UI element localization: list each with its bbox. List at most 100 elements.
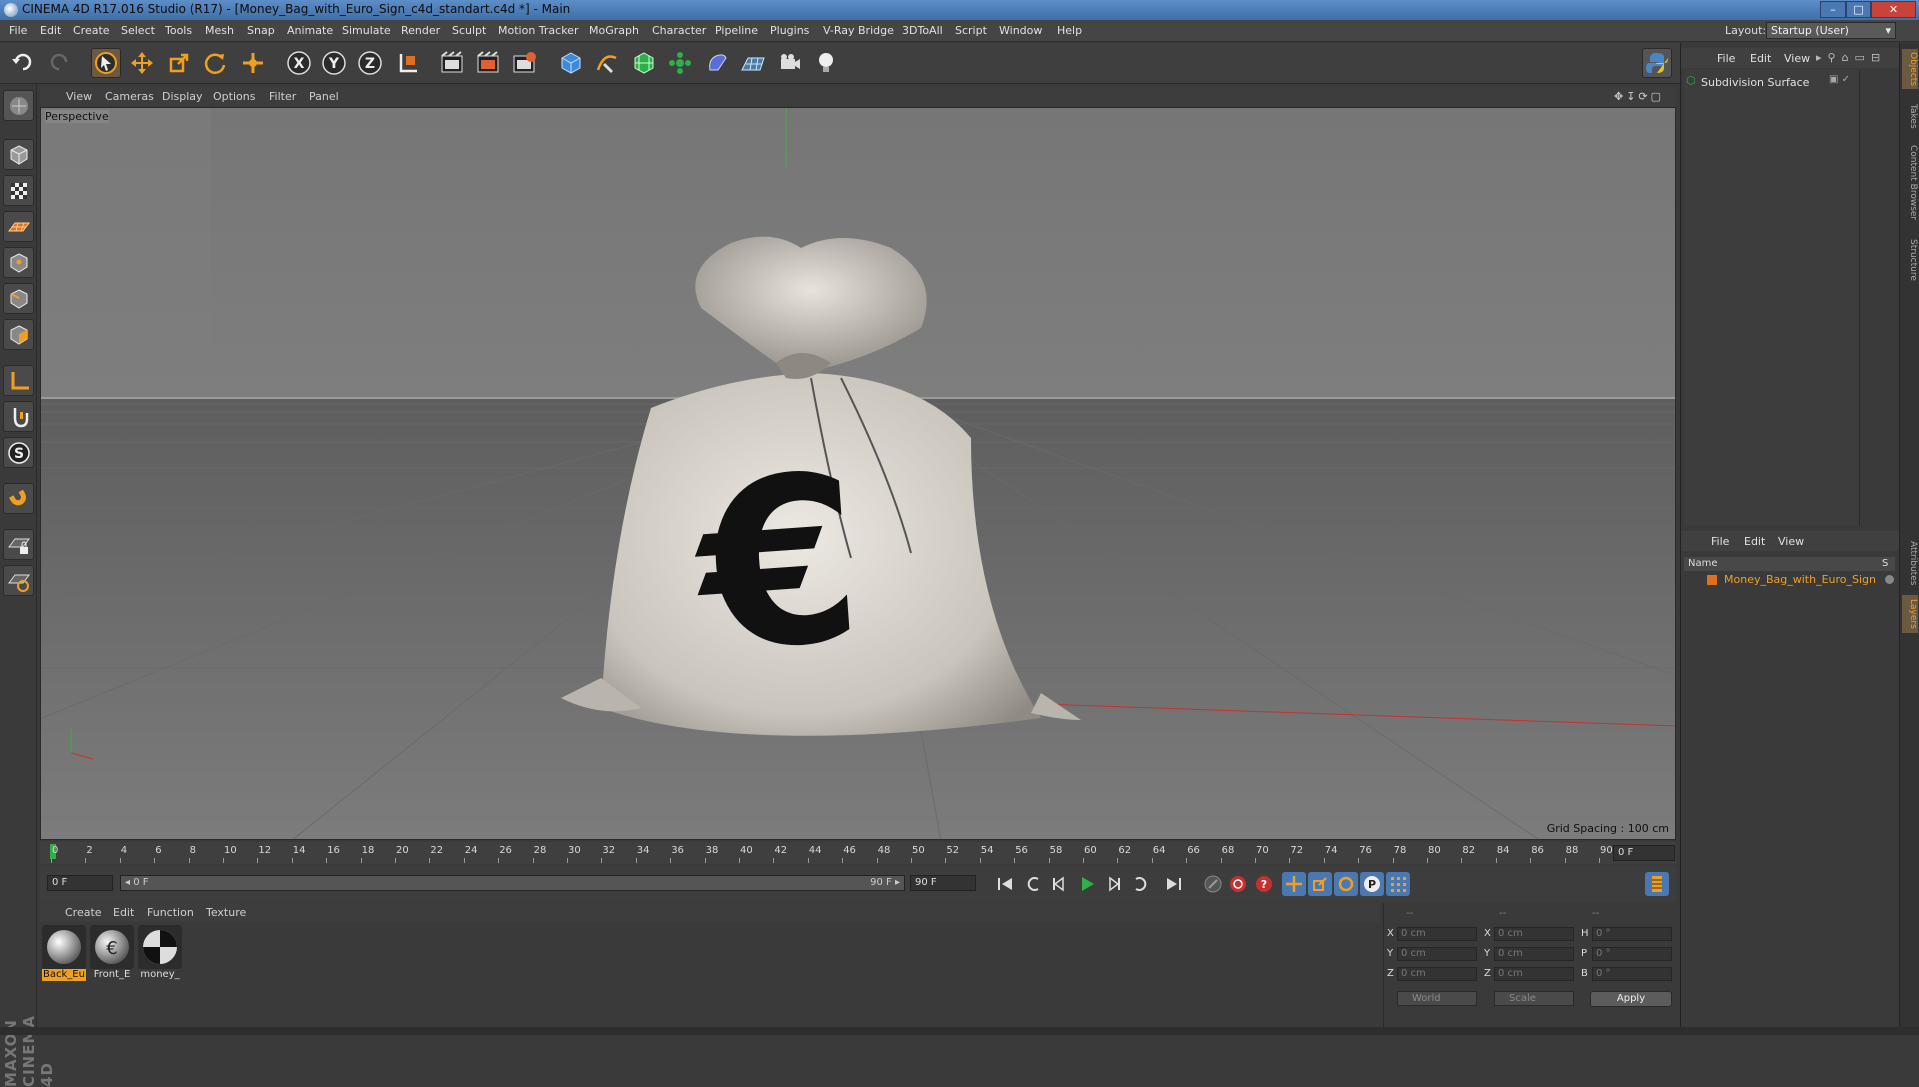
polygons-mode-icon[interactable] [3,319,34,350]
menu-plugins[interactable]: Plugins [770,24,809,37]
coordinate-system-icon[interactable] [393,48,423,78]
viewport-nav-icons[interactable]: ✥↧⟳▢ [1614,90,1664,103]
menu-snap[interactable]: Snap [247,24,275,37]
viewport-menu-filter[interactable]: Filter [269,90,296,103]
transform-icon[interactable] [238,48,268,78]
go-to-start-icon[interactable] [993,872,1017,896]
material-menu-edit[interactable]: Edit [113,906,134,919]
tab-layers[interactable]: Layers [1902,595,1918,633]
minimize-button[interactable]: – [1820,1,1846,18]
locked-workplane-icon[interactable] [3,529,34,560]
viewport-menu-cameras[interactable]: Cameras [105,90,154,103]
menu-animate[interactable]: Animate [287,24,333,37]
menu-motion-tracker[interactable]: Motion Tracker [498,24,578,37]
y-axis-icon[interactable]: Y [319,48,349,78]
go-to-end-icon[interactable] [1162,872,1186,896]
next-frame-icon[interactable] [1102,872,1126,896]
material-back-eu[interactable]: Back_Eu [42,925,86,981]
size-mode-select[interactable]: Scale [1494,991,1574,1006]
subdivision-icon[interactable] [629,48,659,78]
menu-help[interactable]: Help [1057,24,1082,37]
start-frame-field[interactable]: 0 F [47,875,113,891]
menu-select[interactable]: Select [121,24,155,37]
scale-key-icon[interactable] [1308,872,1332,896]
layers-menu-edit[interactable]: Edit [1744,535,1765,548]
viewport-menu-display[interactable]: Display [162,90,203,103]
objects-menu-file[interactable]: File [1717,52,1735,65]
edges-mode-icon[interactable] [3,283,34,314]
next-key-icon[interactable] [1129,872,1153,896]
tweak-mode-icon[interactable] [3,401,34,432]
edit-render-settings-icon[interactable] [509,48,539,78]
menu-3dtoall[interactable]: 3DToAll [902,24,943,37]
undo-icon[interactable] [8,48,38,78]
menu-pipeline[interactable]: Pipeline [715,24,758,37]
points-mode-icon[interactable] [3,247,34,278]
menu-edit[interactable]: Edit [40,24,61,37]
material-menu-function[interactable]: Function [147,906,194,919]
viewport-menu-options[interactable]: Options [213,90,255,103]
previous-frame-icon[interactable] [1047,872,1071,896]
current-frame-field[interactable]: 0 F [1613,845,1675,861]
point-level-key-icon[interactable] [1386,872,1410,896]
floor-icon[interactable] [738,48,768,78]
menu-character[interactable]: Character [652,24,706,37]
rot-b-field[interactable]: 0 ° [1592,967,1672,981]
rotation-key-icon[interactable] [1334,872,1358,896]
cloner-icon[interactable] [665,48,695,78]
layers-menu-file[interactable]: File [1711,535,1729,548]
keyframe-selection-icon[interactable] [1201,872,1225,896]
pen-spline-icon[interactable] [592,48,622,78]
x-axis-icon[interactable]: X [284,48,314,78]
material-money[interactable]: money_ [138,925,182,981]
viewport-camera-label[interactable]: Perspective [45,110,109,123]
tab-objects[interactable]: Objects [1902,49,1918,89]
objects-menu-view[interactable]: View [1784,52,1810,65]
scale-icon[interactable] [164,48,194,78]
snapping-icon[interactable]: S [3,437,34,468]
maximize-button[interactable]: □ [1846,1,1871,18]
tab-structure[interactable]: Structure [1902,235,1918,285]
rot-h-field[interactable]: 0 ° [1592,927,1672,941]
position-key-icon[interactable] [1282,872,1306,896]
live-selection-icon[interactable] [91,48,121,78]
menu-sculpt[interactable]: Sculpt [452,24,486,37]
coord-mode-select[interactable]: World [1397,991,1477,1006]
objects-toolbar-icons[interactable]: ▸⚲⌂▭⊟ [1816,51,1886,64]
redo-icon[interactable] [44,48,74,78]
planar-workplane-icon[interactable] [3,565,34,596]
pos-z-field[interactable]: 0 cm [1397,967,1477,981]
menu-vray-bridge[interactable]: V-Ray Bridge [823,24,894,37]
menu-window[interactable]: Window [999,24,1042,37]
render-picture-viewer-icon[interactable] [473,48,503,78]
menu-mesh[interactable]: Mesh [205,24,234,37]
pos-y-field[interactable]: 0 cm [1397,947,1477,961]
render-view-icon[interactable] [437,48,467,78]
magnet-icon[interactable] [3,483,34,514]
pos-x-field[interactable]: 0 cm [1397,927,1477,941]
parameter-key-icon[interactable]: P [1360,872,1384,896]
menu-create[interactable]: Create [73,24,110,37]
material-menu-texture[interactable]: Texture [206,906,246,919]
close-button[interactable]: ✕ [1871,1,1916,18]
menu-file[interactable]: File [9,24,27,37]
size-y-field[interactable]: 0 cm [1494,947,1574,961]
perspective-viewport[interactable]: € Perspective Grid Spacing : 100 cm [40,107,1676,840]
timeline-window-icon[interactable] [1645,872,1669,896]
workplane-icon[interactable] [3,211,34,242]
layers-menu-view[interactable]: View [1778,535,1804,548]
end-frame-field[interactable]: 90 F [910,875,976,891]
menu-simulate[interactable]: Simulate [342,24,391,37]
record-keys-icon[interactable] [1226,872,1250,896]
layout-select[interactable]: Startup (User) ▾ [1766,22,1896,39]
deformer-icon[interactable] [702,48,732,78]
move-icon[interactable] [127,48,157,78]
material-menu-create[interactable]: Create [65,906,102,919]
layer-visibility-dot[interactable] [1885,575,1894,584]
menu-script[interactable]: Script [955,24,987,37]
play-icon[interactable] [1075,872,1099,896]
object-tags[interactable]: ▣ ✓ [1829,74,1859,88]
menu-tools[interactable]: Tools [165,24,192,37]
previous-key-icon[interactable] [1021,872,1045,896]
autokeying-icon[interactable]: ? [1252,872,1276,896]
